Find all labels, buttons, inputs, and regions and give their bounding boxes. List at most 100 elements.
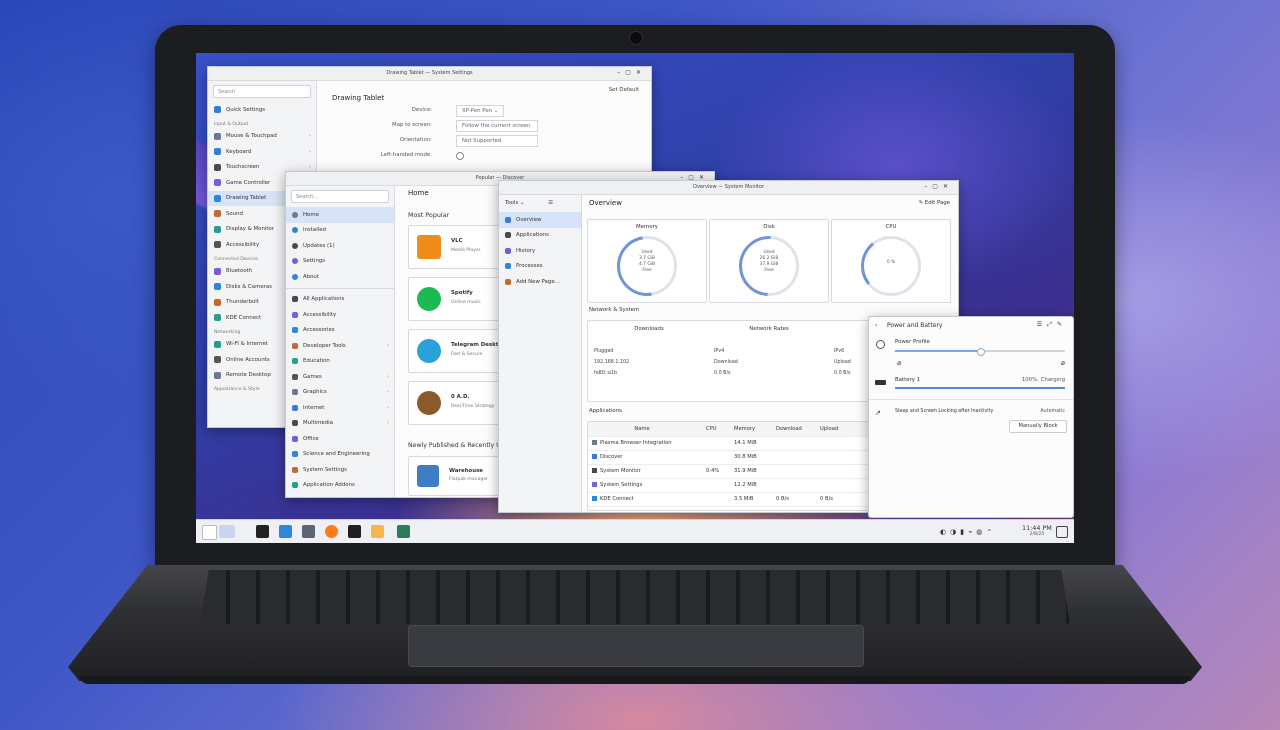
column-header-download[interactable]: Download [776,426,802,432]
nav-item-home[interactable]: Home [286,207,394,223]
clock[interactable]: 11:44 PM 2/8/25 [1022,524,1052,537]
column-header-cpu[interactable]: CPU [706,426,717,432]
category-games[interactable]: Games › [286,369,394,385]
app-row-icon [592,468,597,473]
online-accounts-icon [214,356,221,364]
net-cell: fe80::a1b [594,371,618,376]
sidebar-item-label: Thunderbolt [226,299,259,306]
nav-item-settings[interactable]: Settings [286,254,394,270]
search-input[interactable]: Search [213,85,311,98]
tray-icons[interactable]: ◐◑▮⌁◍⌃ [940,528,996,536]
app-row-icon [592,440,597,445]
nav-item-label: Processes [516,263,543,270]
form-row: Device: XP-Pen Pen ⌄ [328,104,628,119]
sidebar-item-mouse-touchpad[interactable]: Mouse & Touchpad › [208,129,316,145]
category-plasma-addons[interactable]: Plasma Addons [286,493,394,497]
category-multimedia[interactable]: Multimedia › [286,416,394,432]
office-icon [292,435,298,442]
nav-item-add-new-page[interactable]: Add New Page… [499,274,581,290]
category-system-settings[interactable]: System Settings [286,462,394,478]
system-settings-icon[interactable] [256,525,269,538]
show-desktop-icon[interactable] [1056,526,1068,538]
monitor-nav: Overview Applications History Processes Add … [499,212,581,290]
nav-item-installed[interactable]: Installed [286,223,394,239]
nav-item-about[interactable]: About [286,269,394,285]
power-profile-label: Power Profile [895,339,930,345]
category-science-and-engineering[interactable]: Science and Engineering [286,447,394,463]
discover-icon[interactable] [279,525,292,538]
sidebar-item-label: Keyboard [226,148,252,155]
category-office[interactable]: Office [286,431,394,447]
category-graphics[interactable]: Graphics › [286,385,394,401]
table-cell: System Settings [600,482,643,488]
column-header-name[interactable]: Name [592,426,692,432]
category-education[interactable]: Education [286,354,394,370]
gauge-card-cpu: CPU 0 % [831,219,951,303]
toggle-icon[interactable] [456,152,464,160]
nav-item-label: Add New Page… [516,278,561,285]
manually-block-button[interactable]: Manually Block [1009,420,1067,433]
column-header-memory[interactable]: Memory [734,426,755,432]
category-accessories[interactable]: Accessories [286,323,394,339]
form-value[interactable]: XP-Pen Pen ⌄ [456,105,505,117]
nav-item-applications[interactable]: Applications [499,228,581,244]
0-a-d-icon [417,391,441,415]
column-header-upload[interactable]: Upload [820,426,838,432]
form-value[interactable]: Not Supported [456,135,538,147]
category-internet[interactable]: Internet › [286,400,394,416]
sidebar-item-quick-settings[interactable]: Quick Settings [208,102,316,118]
category-all-applications[interactable]: All Applications [286,292,394,308]
dolphin-icon[interactable] [371,525,384,538]
form-row: Orientation: Not Supported [328,134,628,149]
window-controls[interactable]: –▢✕ [924,183,953,190]
net-cell: Upload [834,360,851,365]
divider [869,399,1073,400]
nav-item-processes[interactable]: Processes [499,259,581,275]
window-controls[interactable]: –▢✕ [617,69,646,76]
apps-section-title: Applications [589,408,622,414]
nav-item-label: Installed [303,227,326,234]
hamburger-icon[interactable]: ☰ [548,200,553,206]
category-application-addons[interactable]: Application Addons [286,478,394,494]
firefox-icon[interactable] [325,525,338,538]
back-icon[interactable]: ‹ [875,322,877,329]
nav-item-updates-1[interactable]: Updates (1) [286,238,394,254]
nav-item-history[interactable]: History [499,243,581,259]
form-value[interactable]: Follow the current screen [456,120,538,132]
power-battery-popup: ‹ Power and Battery ☰⤢✎ Power Profile ⌀ … [868,316,1074,518]
edit-page-button[interactable]: ✎ Edit Page [919,200,950,206]
gauge-title: CPU [885,224,897,230]
battery-bar [895,387,1065,389]
form-label: Device: [411,107,432,113]
tools-menu[interactable]: Tools ⌄ ☰ [499,195,581,212]
profile-slider-handle[interactable] [977,348,985,356]
konsole-icon[interactable] [348,525,361,538]
divider [286,287,394,289]
nav-item-label: Settings [303,258,326,265]
table-cell: 0 B/s [820,496,833,502]
category-label: Education [303,358,330,365]
table-cell: KDE Connect [600,496,634,502]
sidebar-item-label: Mouse & Touchpad [226,133,277,140]
category-label: Graphics [303,389,327,396]
updates-1-icon [292,242,298,249]
all-applications-icon [292,296,298,303]
search-input[interactable]: Search… [291,190,389,203]
virtual-desktops-icon[interactable] [219,525,235,538]
applications-icon [505,232,511,239]
profile-slider-track[interactable] [895,348,1065,356]
popup-controls[interactable]: ☰⤢✎ [1037,321,1067,329]
sidebar-item-keyboard[interactable]: Keyboard › [208,144,316,160]
category-developer-tools[interactable]: Developer Tools › [286,338,394,354]
add-new-page-icon [505,278,511,285]
terminal-icon[interactable] [397,525,410,538]
disks-cameras-icon [214,283,221,291]
category-label: Developer Tools [303,342,346,349]
nav-item-overview[interactable]: Overview [499,212,581,228]
system-monitor-icon[interactable] [302,525,315,538]
application-launcher-icon[interactable] [202,525,217,540]
set-default-button[interactable]: Set Default [609,87,639,93]
table-cell: 30.8 MiB [734,454,757,460]
page-title: Overview [589,199,622,207]
category-accessibility[interactable]: Accessibility [286,307,394,323]
